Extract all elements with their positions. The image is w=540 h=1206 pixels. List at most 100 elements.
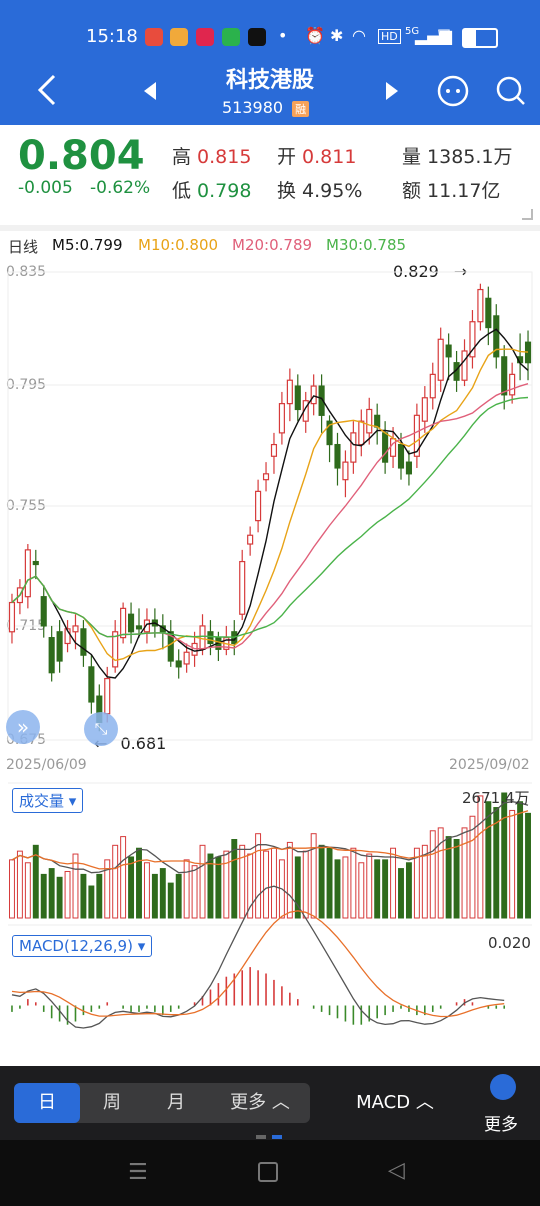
- candle: [24, 549, 31, 598]
- candle: [199, 625, 206, 650]
- candle: [32, 560, 39, 566]
- battery-icon: [462, 28, 498, 48]
- more-menu-label[interactable]: 更多: [484, 1110, 518, 1135]
- volume-bar: [128, 856, 135, 919]
- low-stat: 低 0.798: [172, 176, 251, 203]
- fullscreen-icon[interactable]: ⤡: [84, 712, 118, 746]
- candle: [509, 373, 516, 396]
- volume-bar: [405, 862, 412, 919]
- home-icon[interactable]: [258, 1162, 278, 1182]
- volume-bar: [501, 792, 508, 919]
- volume-bar: [263, 850, 269, 919]
- candle: [445, 344, 452, 358]
- candle: [374, 414, 381, 428]
- volume-bar: [350, 847, 357, 919]
- expand-icon[interactable]: [520, 207, 534, 221]
- volume-bar: [477, 795, 484, 919]
- tab-more[interactable]: 更多 ︿: [210, 1083, 310, 1123]
- tab-day[interactable]: 日: [14, 1083, 80, 1123]
- candle: [80, 628, 87, 656]
- candle: [461, 350, 468, 381]
- volume-bar: [390, 847, 397, 919]
- candle: [397, 443, 405, 469]
- volume-bar: [167, 882, 174, 919]
- candle: [247, 534, 254, 545]
- candle: [278, 403, 285, 434]
- weibo-icon: [170, 28, 188, 46]
- volume-max: 2671.4万: [462, 789, 530, 807]
- more-menu-icon[interactable]: [490, 1074, 516, 1100]
- chat-icon[interactable]: [436, 74, 470, 108]
- hd-badge: HD: [378, 29, 401, 44]
- search-icon[interactable]: [494, 74, 528, 108]
- volume-selector-label: 成交量: [19, 792, 65, 810]
- volume-label: 量: [402, 146, 422, 168]
- candle: [405, 461, 413, 475]
- page-dot-active: [272, 1135, 282, 1139]
- candle: [477, 288, 484, 323]
- tab-week[interactable]: 周: [80, 1083, 144, 1123]
- volume-bar: [271, 847, 277, 919]
- candle: [342, 461, 349, 481]
- volume-bar: [183, 859, 190, 919]
- candle: [120, 607, 127, 639]
- candle: [358, 420, 365, 446]
- high-stat: 高 0.815: [172, 142, 251, 169]
- amount-value: 11.17亿: [427, 180, 501, 202]
- news-app-icon: [145, 28, 163, 46]
- candle: [207, 631, 214, 645]
- page-dot: [256, 1135, 266, 1139]
- volume-bar: [334, 859, 341, 919]
- system-nav-bar: ☰ ◁: [0, 1140, 540, 1206]
- candle: [48, 637, 55, 674]
- status-time: 15:18: [86, 26, 138, 47]
- volume-bar: [382, 859, 389, 919]
- candle: [40, 596, 47, 627]
- tab-month[interactable]: 月: [144, 1083, 208, 1123]
- volume-bar: [151, 873, 158, 919]
- candle: [421, 397, 428, 422]
- margin-badge: 融: [292, 101, 310, 117]
- back-nav-icon[interactable]: ◁: [388, 1158, 405, 1183]
- green-app-icon: [222, 28, 240, 46]
- volume-bar: [80, 873, 87, 919]
- amount-stat: 额 11.17亿: [402, 176, 500, 203]
- menu-icon[interactable]: ☰: [128, 1160, 148, 1185]
- volume-bar: [326, 847, 333, 919]
- tab-more-label: 更多: [230, 1092, 267, 1113]
- candle: [255, 490, 262, 522]
- macd-selector[interactable]: MACD(12,26,9) ▾: [12, 935, 153, 957]
- volume-bar: [175, 873, 182, 919]
- chevron-up-icon: ︿: [415, 1092, 434, 1113]
- volume-bar: [302, 850, 309, 919]
- turnover-label: 换: [277, 180, 297, 202]
- chevron-up-icon: ︿: [271, 1092, 290, 1113]
- volume-bar: [461, 827, 468, 919]
- candle: [382, 432, 389, 463]
- volume-bar: [88, 885, 95, 919]
- volume-selector[interactable]: 成交量 ▾: [12, 788, 84, 813]
- candle: [104, 677, 111, 715]
- volume-bar: [136, 847, 142, 919]
- volume-bar: [310, 833, 317, 919]
- wifi-icon: ◠: [352, 26, 366, 45]
- volume-bar: [159, 868, 166, 919]
- volume-bar: [223, 850, 230, 919]
- stock-code: 513980 融: [222, 98, 310, 117]
- indicator-selector[interactable]: MACD ︿: [340, 1083, 450, 1123]
- candle: [8, 601, 16, 633]
- bluetooth-icon: ✱: [330, 26, 344, 45]
- expand-left-icon[interactable]: »: [6, 710, 40, 744]
- volume-bar: [96, 873, 103, 919]
- ma20-label: M20:0.789: [232, 236, 313, 254]
- candle: [429, 373, 436, 399]
- volume-bar: [56, 876, 63, 919]
- candle: [175, 660, 182, 668]
- alarm-icon: ⏰: [305, 26, 325, 45]
- volume-bar: [453, 839, 460, 919]
- candle: [334, 443, 341, 469]
- ma10-label: M10:0.800: [138, 236, 219, 254]
- next-stock-icon[interactable]: [384, 80, 400, 102]
- bottom-tab-bar: 日 周 月 更多 ︿ MACD ︿ 更多: [0, 1066, 540, 1140]
- top-header: 15:18 • ⏰ ✱ ◠ HD 5G ▂▄▆ ⛉ 科技港股 513980 融: [0, 0, 540, 125]
